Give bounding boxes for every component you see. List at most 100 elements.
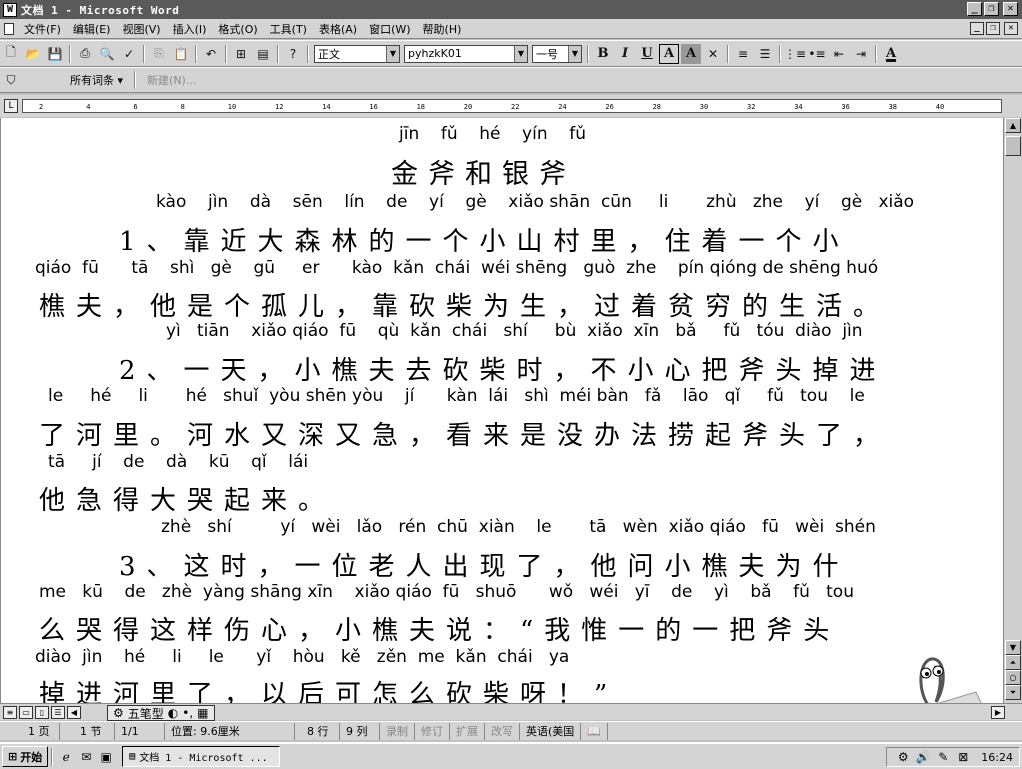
- align-left-icon[interactable]: ≡: [733, 44, 753, 64]
- print-icon[interactable]: ⎙: [75, 44, 95, 64]
- doc-restore-button[interactable]: ❐: [986, 22, 1000, 35]
- show-desktop-icon[interactable]: ▣: [98, 749, 114, 765]
- scroll-left-icon[interactable]: ◀: [67, 706, 81, 719]
- doc-minimize-button[interactable]: _: [970, 22, 984, 35]
- normal-view-icon[interactable]: ≡: [3, 706, 17, 719]
- internet-explorer-icon[interactable]: ℯ: [58, 749, 74, 765]
- menu-edit[interactable]: 编辑(E): [67, 21, 117, 37]
- scroll-up-icon[interactable]: ▲: [1005, 118, 1021, 133]
- page-view-icon[interactable]: ▯: [35, 706, 49, 719]
- tray-clock: 16:24: [981, 750, 1013, 764]
- ruler-tick-label: 40: [935, 103, 945, 111]
- title-bar[interactable]: W 文档 1 - Microsoft Word _ ❐ ✕: [0, 0, 1022, 19]
- font-size-value: 一号: [536, 47, 558, 61]
- menu-insert[interactable]: 插入(I): [167, 21, 213, 37]
- autotext-icon[interactable]: ⛉: [1, 70, 21, 90]
- spelling-icon[interactable]: ✓: [119, 44, 139, 64]
- copy-icon[interactable]: ⎘: [149, 44, 169, 64]
- system-tray: ⚙ 🔊 ✎ ⊠ 16:24: [886, 747, 1020, 767]
- decrease-indent-icon[interactable]: ⇤: [829, 44, 849, 64]
- next-page-icon[interactable]: ⏷: [1005, 685, 1021, 700]
- vertical-scrollbar[interactable]: ▲ ▼ ⏶ ○ ⏷: [1003, 118, 1022, 703]
- start-button[interactable]: ⊞ 开始: [2, 746, 49, 767]
- autotext-toolbar: ⛉ 所有词条 ▾ 新建(N)...: [0, 67, 1022, 93]
- italic-button[interactable]: I: [615, 44, 635, 64]
- browse-object-icon[interactable]: ○: [1005, 670, 1021, 685]
- font-dropdown[interactable]: pyhzkK01 ▼: [404, 44, 528, 63]
- tray-volume-icon[interactable]: 🔊: [915, 749, 931, 765]
- font-color-button[interactable]: A: [881, 44, 901, 64]
- maximize-button[interactable]: ❐: [984, 2, 999, 16]
- print-preview-icon[interactable]: 🔍: [97, 44, 117, 64]
- horizontal-ruler[interactable]: 2 4 6 8 10 12 14 16 18 20 22 24 26 28 30 32 34 36 38 40: [22, 99, 1002, 113]
- tables-icon[interactable]: ⊞: [231, 44, 251, 64]
- style-dropdown[interactable]: 正文 ▼: [314, 44, 400, 63]
- menu-format[interactable]: 格式(O): [212, 21, 263, 37]
- menu-view[interactable]: 视图(V): [116, 21, 166, 37]
- underline-button[interactable]: U: [637, 44, 657, 64]
- all-entries-dropdown[interactable]: 所有词条 ▾: [62, 72, 131, 88]
- outlook-icon[interactable]: ✉: [78, 749, 94, 765]
- undo-icon[interactable]: ↶: [201, 44, 221, 64]
- tab-selector[interactable]: L: [4, 99, 18, 113]
- bullets-icon[interactable]: •≡: [807, 44, 827, 64]
- new-entry-button[interactable]: 新建(N)...: [139, 72, 204, 88]
- status-pages: 1/1: [115, 722, 165, 740]
- menu-help[interactable]: 帮助(H): [417, 21, 468, 37]
- status-language[interactable]: 英语(美国: [520, 722, 582, 740]
- chevron-down-icon[interactable]: ▼: [386, 45, 399, 62]
- ruler-tick-label: 32: [747, 103, 756, 111]
- taskbar-word-document[interactable]: ▤ 文档 1 - Microsoft ...: [122, 746, 281, 767]
- save-icon[interactable]: 💾: [45, 44, 65, 64]
- tray-network-icon[interactable]: ⚙: [895, 749, 911, 765]
- tray-pen-icon[interactable]: ✎: [935, 749, 951, 765]
- ime-toolbar[interactable]: ⚙ 五笔型 ◐ •, ▦: [107, 705, 215, 721]
- scroll-down-icon[interactable]: ▼: [1005, 640, 1021, 655]
- char-shading-button[interactable]: A: [681, 43, 701, 64]
- bold-button[interactable]: B: [593, 44, 613, 64]
- document-icon[interactable]: [4, 22, 14, 35]
- minimize-button[interactable]: _: [967, 2, 982, 16]
- document-page[interactable]: jīn fǔ hé yín fǔ 金斧和银斧 kào jìn dà sēn lín …: [0, 118, 1003, 703]
- scroll-thumb[interactable]: [1005, 136, 1021, 156]
- align-justify-icon[interactable]: ☰: [755, 44, 775, 64]
- status-extend[interactable]: 扩展: [450, 722, 485, 740]
- chevron-down-icon[interactable]: ▼: [514, 45, 527, 62]
- doc-close-button[interactable]: ✕: [1004, 22, 1018, 35]
- ime-punct-icon[interactable]: •,: [182, 706, 193, 720]
- chinese-text-line: 樵夫，他是个孤儿，靠砍柴为生，过着贫穷的生活。: [39, 292, 891, 322]
- help-icon[interactable]: ?: [283, 44, 303, 64]
- status-overtype[interactable]: 改写: [485, 722, 520, 740]
- word-doc-icon: ▤: [129, 751, 136, 762]
- web-view-icon[interactable]: ▭: [19, 706, 33, 719]
- paste-icon[interactable]: 📋: [171, 44, 191, 64]
- chevron-down-icon[interactable]: ▼: [568, 45, 581, 62]
- increase-indent-icon[interactable]: ⇥: [851, 44, 871, 64]
- open-folder-icon[interactable]: 📂: [23, 44, 43, 64]
- scroll-right-icon[interactable]: ▶: [991, 706, 1005, 719]
- char-border-button[interactable]: A: [659, 43, 679, 64]
- tray-app-icon[interactable]: ⊠: [955, 749, 971, 765]
- menu-window[interactable]: 窗口(W): [363, 21, 416, 37]
- outline-view-icon[interactable]: ☰: [51, 706, 65, 719]
- new-doc-icon[interactable]: 🗋: [1, 44, 21, 64]
- status-track[interactable]: 修订: [415, 722, 450, 740]
- menu-tools[interactable]: 工具(T): [264, 21, 313, 37]
- ruler-tick-label: 28: [652, 103, 662, 111]
- ime-mode-label[interactable]: 五笔型: [128, 705, 164, 722]
- font-size-dropdown[interactable]: 一号 ▼: [532, 44, 582, 63]
- status-record[interactable]: 录制: [380, 722, 415, 740]
- char-scale-icon[interactable]: ✕: [703, 44, 723, 64]
- menu-table[interactable]: 表格(A): [313, 21, 363, 37]
- numbering-icon[interactable]: ⋮≡: [784, 44, 806, 64]
- word-app-icon[interactable]: W: [3, 2, 17, 17]
- prev-page-icon[interactable]: ⏶: [1005, 655, 1021, 670]
- menu-file[interactable]: 文件(F): [18, 21, 67, 37]
- ime-logo-icon[interactable]: ⚙: [113, 706, 124, 720]
- ime-keyboard-icon[interactable]: ▦: [197, 706, 208, 720]
- ime-fullwidth-icon[interactable]: ◐: [168, 706, 178, 720]
- columns-icon[interactable]: ▤: [253, 44, 273, 64]
- spelling-status-icon[interactable]: 📖: [581, 722, 608, 740]
- chinese-text-line: 掉进河里了，以后可怎么砍柴呀！”: [39, 680, 619, 703]
- close-button[interactable]: ✕: [1003, 2, 1018, 16]
